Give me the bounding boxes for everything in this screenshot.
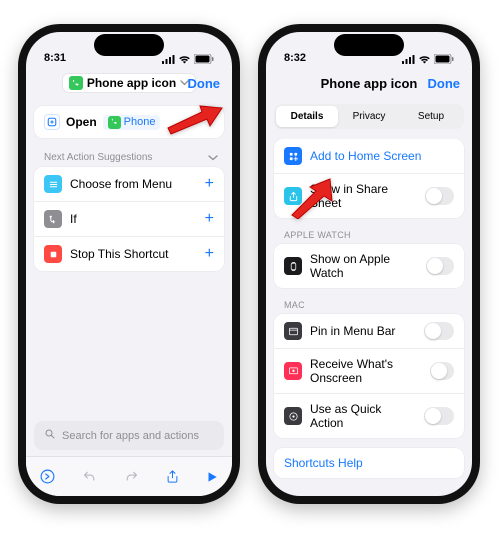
search-icon xyxy=(44,428,56,443)
menubar-icon xyxy=(284,322,302,340)
navbar: Phone app icon Done xyxy=(26,66,232,100)
toggle[interactable] xyxy=(430,362,454,380)
toggle[interactable] xyxy=(424,407,454,425)
share-icon[interactable] xyxy=(165,468,180,485)
undo-icon[interactable] xyxy=(81,468,98,485)
redo-icon[interactable] xyxy=(123,468,140,485)
done-button[interactable]: Done xyxy=(188,76,221,91)
if-icon xyxy=(44,210,62,228)
tab-setup[interactable]: Setup xyxy=(400,106,462,127)
wifi-icon xyxy=(178,55,191,64)
receive-onscreen-row[interactable]: Receive What's Onscreen xyxy=(274,349,464,394)
open-icon xyxy=(44,114,60,130)
status-time: 8:31 xyxy=(44,52,66,64)
suggestion-label: If xyxy=(70,212,77,226)
search-input[interactable]: Search for apps and actions xyxy=(34,421,224,450)
navbar: Phone app icon Done xyxy=(266,66,472,100)
shortcuts-icon[interactable] xyxy=(39,468,56,485)
row-label: Pin in Menu Bar xyxy=(310,324,395,338)
toggle[interactable] xyxy=(425,187,454,205)
bottom-toolbar xyxy=(26,456,232,496)
toggle[interactable] xyxy=(424,322,454,340)
quick-action-icon xyxy=(284,407,302,425)
dynamic-island xyxy=(94,34,164,56)
phone-right: 8:32 Phone app icon Done Details Privacy… xyxy=(258,24,480,504)
suggestion-row[interactable]: If + xyxy=(34,202,224,237)
apple-watch-icon xyxy=(284,257,302,275)
battery-icon xyxy=(194,54,214,64)
suggestions-header: Next Action Suggestions xyxy=(34,148,224,167)
row-label: Show on Apple Watch xyxy=(310,252,418,280)
watch-list: Show on Apple Watch xyxy=(274,244,464,288)
row-label: Add to Home Screen xyxy=(310,149,421,163)
group-label-watch: APPLE WATCH xyxy=(274,220,464,244)
group-label-mac: MAC xyxy=(274,290,464,314)
suggestion-row[interactable]: Stop This Shortcut + xyxy=(34,237,224,271)
play-icon[interactable] xyxy=(205,470,219,484)
plus-icon[interactable]: + xyxy=(205,210,214,228)
add-to-home-screen-row[interactable]: Add to Home Screen xyxy=(274,139,464,174)
open-label: Open xyxy=(66,115,97,129)
choose-from-menu-icon xyxy=(44,175,62,193)
suggestion-row[interactable]: Choose from Menu + xyxy=(34,167,224,202)
navbar-title: Phone app icon xyxy=(87,76,176,90)
dynamic-island xyxy=(334,34,404,56)
suggestion-label: Stop This Shortcut xyxy=(70,247,169,261)
shortcuts-help-row[interactable]: Shortcuts Help xyxy=(274,448,464,478)
row-label: Shortcuts Help xyxy=(284,456,363,470)
share-sheet-icon xyxy=(284,187,302,205)
search-placeholder: Search for apps and actions xyxy=(62,430,199,442)
tab-privacy[interactable]: Privacy xyxy=(338,106,400,127)
onscreen-icon xyxy=(284,362,302,380)
plus-icon[interactable]: + xyxy=(205,245,214,263)
plus-icon[interactable]: + xyxy=(205,175,214,193)
main-options-list: Add to Home Screen Show in Share Sheet xyxy=(274,139,464,218)
navbar-title: Phone app icon xyxy=(321,76,418,91)
open-action-card[interactable]: Open Phone xyxy=(34,106,224,138)
show-on-apple-watch-row[interactable]: Show on Apple Watch xyxy=(274,244,464,288)
signal-icon xyxy=(402,55,415,64)
stop-icon xyxy=(44,245,62,263)
shortcut-title-chip[interactable]: Phone app icon xyxy=(62,73,196,93)
suggestion-label: Choose from Menu xyxy=(70,177,172,191)
toggle[interactable] xyxy=(426,257,454,275)
home-screen-icon xyxy=(284,147,302,165)
quick-action-row[interactable]: Use as Quick Action xyxy=(274,394,464,438)
phone-app-label: Phone xyxy=(124,116,156,128)
battery-icon xyxy=(434,54,454,64)
row-label: Receive What's Onscreen xyxy=(310,357,422,385)
tab-details[interactable]: Details xyxy=(276,106,338,127)
suggestions-list: Choose from Menu + If + Stop This Shortc… xyxy=(34,167,224,271)
phone-left: 8:31 Phone app icon Done Open Phone xyxy=(18,24,240,504)
phone-app-pill[interactable]: Phone xyxy=(103,115,161,130)
phone-app-icon xyxy=(69,76,83,90)
segmented-tabs: Details Privacy Setup xyxy=(274,104,464,129)
mac-list: Pin in Menu Bar Receive What's Onscreen … xyxy=(274,314,464,438)
row-label: Show in Share Sheet xyxy=(310,182,417,210)
chevron-down-icon[interactable] xyxy=(208,155,218,161)
show-in-share-sheet-row[interactable]: Show in Share Sheet xyxy=(274,174,464,218)
help-list: Shortcuts Help xyxy=(274,448,464,478)
status-time: 8:32 xyxy=(284,52,306,64)
row-label: Use as Quick Action xyxy=(310,402,416,430)
phone-icon xyxy=(108,116,121,129)
wifi-icon xyxy=(418,55,431,64)
done-button[interactable]: Done xyxy=(428,76,461,91)
signal-icon xyxy=(162,55,175,64)
pin-menubar-row[interactable]: Pin in Menu Bar xyxy=(274,314,464,349)
